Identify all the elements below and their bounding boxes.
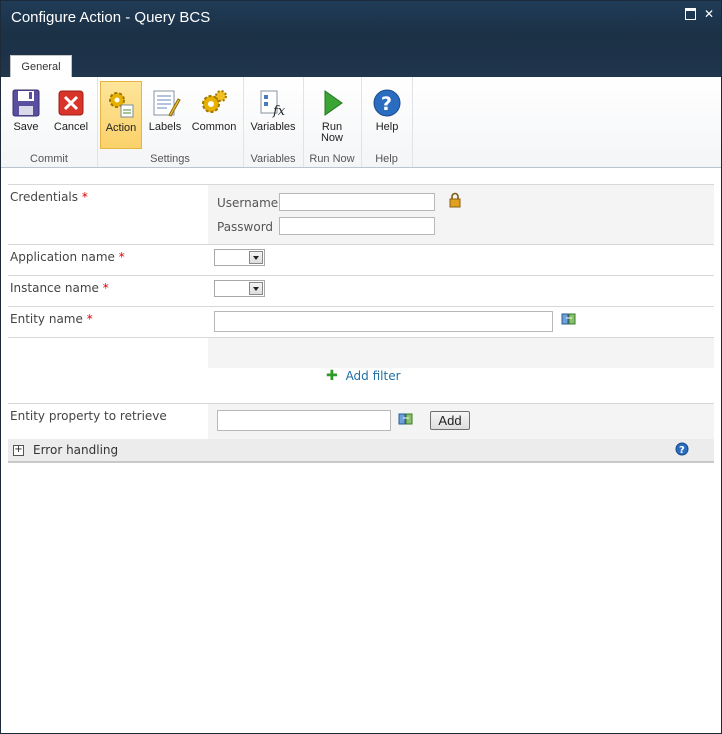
cancel-button[interactable]: Cancel — [49, 81, 93, 149]
lock-icon[interactable] — [448, 192, 462, 208]
run-label-line2: Now — [320, 132, 343, 144]
save-icon — [12, 89, 40, 117]
add-filter-label: Add filter — [345, 369, 401, 383]
close-icon[interactable]: ✕ — [703, 8, 715, 20]
error-handling-section: + Error handling ? — [8, 439, 714, 463]
add-property-button[interactable]: Add — [430, 411, 470, 430]
tab-general[interactable]: General — [10, 55, 72, 78]
group-label-help: Help — [375, 153, 398, 165]
help-icon: ? — [373, 89, 401, 117]
action-button[interactable]: Action — [100, 81, 142, 149]
error-handling-bar[interactable]: + Error handling ? — [8, 439, 714, 463]
instance-name-label: Instance name * — [10, 281, 109, 295]
variables-fx-icon: fx — [260, 90, 286, 119]
svg-text:fx: fx — [272, 104, 286, 119]
ribbon-group-help: ? Help Help — [361, 77, 413, 167]
group-label-run-now: Run Now — [309, 153, 355, 165]
entity-property-input[interactable] — [217, 410, 391, 431]
group-label-variables: Variables — [250, 153, 296, 165]
entity-property-label: Entity property to retrieve — [10, 409, 167, 423]
chevron-down-icon[interactable] — [249, 282, 263, 295]
labels-button[interactable]: Labels — [145, 81, 185, 149]
ribbon-group-commit: Save Cancel Commit — [1, 77, 98, 167]
add-filter-link[interactable]: ✚ Add filter — [326, 368, 401, 384]
credentials-cell: Username Password — [208, 185, 714, 244]
group-label-commit: Commit — [30, 153, 68, 165]
help-button[interactable]: ? Help — [367, 81, 407, 149]
svg-text:?: ? — [679, 445, 685, 456]
save-button[interactable]: Save — [7, 81, 45, 149]
application-name-row: Application name * — [8, 244, 714, 275]
application-name-select[interactable] — [214, 249, 265, 266]
variables-button[interactable]: fx Variables — [247, 81, 299, 149]
help-icon[interactable]: ? — [675, 442, 689, 456]
expand-icon[interactable]: + — [13, 445, 24, 456]
ribbon-group-variables: fx Variables Variables — [243, 77, 304, 167]
entity-name-row: Entity name * — [8, 306, 714, 337]
labels-label: Labels — [148, 121, 182, 133]
group-label-settings: Settings — [150, 153, 190, 165]
help-label: Help — [375, 121, 399, 133]
variables-label: Variables — [250, 121, 296, 133]
title-bar: Configure Action - Query BCS ✕ — [1, 1, 721, 53]
common-gears-icon — [202, 90, 227, 113]
run-play-icon — [324, 90, 343, 116]
configure-action-dialog: Configure Action - Query BCS ✕ General S… — [0, 0, 722, 734]
cancel-label: Cancel — [53, 121, 89, 133]
ribbon-group-settings: Action Labels Common Settings — [97, 77, 244, 167]
run-now-button[interactable]: Run Now — [311, 81, 353, 149]
application-name-label: Application name * — [10, 250, 125, 264]
entity-property-cell: Add — [208, 404, 714, 439]
ribbon: Save Cancel Commit Action Labels Common … — [1, 77, 721, 168]
instance-name-select[interactable] — [214, 280, 265, 297]
action-form: Credentials * Username Password Applicat… — [8, 184, 714, 463]
chevron-down-icon[interactable] — [249, 251, 263, 264]
entity-name-label: Entity name * — [10, 312, 93, 326]
entity-picker-book-icon[interactable] — [561, 312, 577, 326]
password-label: Password — [217, 220, 274, 234]
svg-text:?: ? — [381, 93, 392, 115]
credentials-label: Credentials * — [10, 190, 88, 204]
property-picker-book-icon[interactable] — [398, 412, 414, 426]
username-label: Username — [217, 196, 279, 210]
common-label: Common — [191, 121, 237, 133]
dialog-title: Configure Action - Query BCS — [11, 9, 211, 26]
action-gears-icon — [109, 92, 134, 118]
cancel-icon — [58, 90, 84, 116]
save-label: Save — [13, 121, 39, 133]
action-label: Action — [105, 122, 137, 134]
maximize-icon[interactable] — [684, 8, 696, 20]
error-handling-label: Error handling — [33, 443, 119, 457]
username-input[interactable] — [279, 193, 435, 211]
entity-property-row: Entity property to retrieve Add — [8, 403, 714, 439]
common-button[interactable]: Common — [189, 81, 239, 149]
filter-area — [208, 338, 714, 368]
ribbon-group-run-now: Run Now Run Now — [303, 77, 362, 167]
labels-icon — [153, 90, 181, 117]
instance-name-row: Instance name * — [8, 275, 714, 306]
ribbon-tab-strip: General — [1, 53, 721, 78]
password-input[interactable] — [279, 217, 435, 235]
filter-row: ✚ Add filter — [8, 337, 714, 403]
add-filter-plus-icon: ✚ — [326, 368, 338, 384]
entity-name-input[interactable] — [214, 311, 553, 332]
credentials-row: Credentials * Username Password — [8, 184, 714, 244]
